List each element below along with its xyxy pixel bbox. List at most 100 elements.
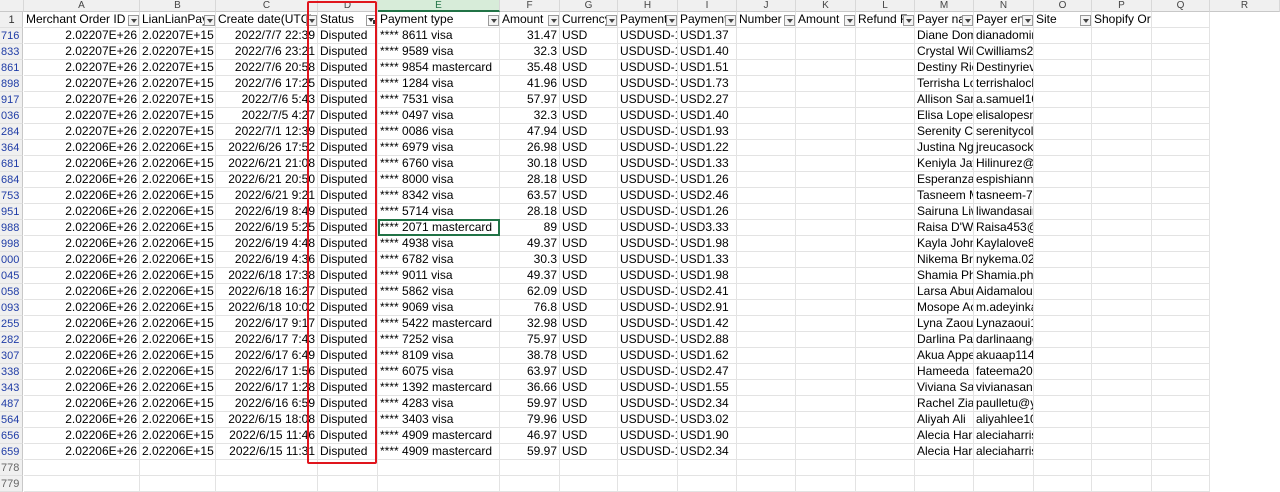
table-cell[interactable] xyxy=(737,188,796,204)
table-cell[interactable] xyxy=(1092,140,1152,156)
table-cell[interactable]: 2.02206E+26 xyxy=(24,156,140,172)
table-cell[interactable]: Darlina Par xyxy=(915,332,974,348)
table-cell[interactable] xyxy=(500,476,560,492)
filter-active-icon[interactable] xyxy=(366,15,377,26)
table-cell[interactable]: Kayla John xyxy=(915,236,974,252)
table-cell[interactable]: USD2.91 xyxy=(678,300,737,316)
table-cell[interactable]: 2.02206E+26 xyxy=(24,236,140,252)
table-cell[interactable]: aleciaharris123@gmail.com xyxy=(974,428,1034,444)
table-cell[interactable]: USD xyxy=(560,332,618,348)
row-number[interactable]: 656 xyxy=(0,428,23,444)
table-cell[interactable]: tasneem-786@outlook.com xyxy=(974,188,1034,204)
row-number[interactable]: 045 xyxy=(0,268,23,284)
table-cell[interactable] xyxy=(1092,220,1152,236)
table-cell[interactable]: 2022/6/18 16:27 xyxy=(216,284,318,300)
table-cell[interactable] xyxy=(796,444,856,460)
table-cell[interactable]: 2.02206E+15 xyxy=(140,172,216,188)
row-number[interactable]: 716 xyxy=(0,28,23,44)
table-cell[interactable]: USD2.34 xyxy=(678,444,737,460)
table-cell[interactable] xyxy=(1152,380,1210,396)
table-cell[interactable]: **** 4283 visa xyxy=(378,396,500,412)
table-cell[interactable] xyxy=(856,76,915,92)
table-cell[interactable]: 2.02206E+15 xyxy=(140,204,216,220)
table-cell[interactable] xyxy=(796,60,856,76)
table-cell[interactable] xyxy=(1152,412,1210,428)
table-cell[interactable] xyxy=(1034,140,1092,156)
table-cell[interactable]: USD xyxy=(560,60,618,76)
table-cell[interactable]: Hameeda F xyxy=(915,364,974,380)
table-cell[interactable]: Mosope Ac xyxy=(915,300,974,316)
table-cell[interactable] xyxy=(796,268,856,284)
table-cell[interactable]: 2.02207E+15 xyxy=(140,60,216,76)
table-cell[interactable]: 2.02206E+15 xyxy=(140,364,216,380)
table-cell[interactable] xyxy=(856,460,915,476)
table-cell[interactable]: USD2.34 xyxy=(678,396,737,412)
table-cell[interactable]: USD1.26 xyxy=(678,204,737,220)
table-cell[interactable]: 2.02206E+15 xyxy=(140,444,216,460)
table-cell[interactable] xyxy=(1152,204,1210,220)
table-cell[interactable]: 2.02206E+15 xyxy=(140,332,216,348)
table-cell[interactable] xyxy=(737,460,796,476)
table-cell[interactable] xyxy=(737,156,796,172)
table-cell[interactable] xyxy=(796,108,856,124)
table-cell[interactable]: 2.02207E+26 xyxy=(24,60,140,76)
table-cell[interactable] xyxy=(1152,332,1210,348)
table-cell[interactable]: aliyahlee100@gmail.com xyxy=(974,412,1034,428)
table-cell[interactable] xyxy=(1152,140,1210,156)
table-cell[interactable]: 2022/7/6 17:25 xyxy=(216,76,318,92)
table-cell[interactable] xyxy=(796,236,856,252)
table-cell[interactable]: 2022/7/6 5:43 xyxy=(216,92,318,108)
row-number[interactable]: 338 xyxy=(0,364,23,380)
column-header-k[interactable]: K xyxy=(796,0,856,12)
table-cell[interactable]: Lynazaoui12@gmail.com xyxy=(974,316,1034,332)
table-cell[interactable] xyxy=(856,476,915,492)
table-cell[interactable]: 2022/6/18 17:38 xyxy=(216,268,318,284)
table-cell[interactable]: 2022/6/17 7:43 xyxy=(216,332,318,348)
table-cell[interactable]: USD xyxy=(560,316,618,332)
table-cell[interactable] xyxy=(1034,332,1092,348)
table-cell[interactable]: 2022/6/19 4:36 xyxy=(216,252,318,268)
row-number[interactable]: 307 xyxy=(0,348,23,364)
table-cell[interactable]: Raisa D'Wa xyxy=(915,220,974,236)
table-cell[interactable] xyxy=(1034,268,1092,284)
table-cell[interactable]: **** 6075 visa xyxy=(378,364,500,380)
table-cell[interactable]: Destinyrieves@icloud.com xyxy=(974,60,1034,76)
column-header-q[interactable]: Q xyxy=(1152,0,1210,12)
table-cell[interactable]: 2.02207E+15 xyxy=(140,44,216,60)
table-cell[interactable]: 2022/6/15 11:31 xyxy=(216,444,318,460)
table-cell[interactable]: USD1.33 xyxy=(678,252,737,268)
row-number[interactable]: 861 xyxy=(0,60,23,76)
column-header-g[interactable]: G xyxy=(560,0,618,12)
table-cell[interactable] xyxy=(856,188,915,204)
table-cell[interactable]: 2022/6/21 9:21 xyxy=(216,188,318,204)
table-cell[interactable] xyxy=(856,428,915,444)
table-cell[interactable]: Elisa Lopes xyxy=(915,108,974,124)
table-cell[interactable] xyxy=(1152,76,1210,92)
table-cell[interactable]: 28.18 xyxy=(500,204,560,220)
table-cell[interactable]: Shamia.phills@gmail.com xyxy=(974,268,1034,284)
table-cell[interactable] xyxy=(1152,236,1210,252)
column-header-r[interactable]: R xyxy=(1210,0,1280,12)
table-cell[interactable]: Disputed xyxy=(318,76,378,92)
table-cell[interactable]: USD1.98 xyxy=(678,236,737,252)
table-cell[interactable]: USDUSD-1 xyxy=(618,188,678,204)
table-cell[interactable] xyxy=(796,284,856,300)
table-cell[interactable]: 32.98 xyxy=(500,316,560,332)
column-header-d[interactable]: D xyxy=(318,0,378,12)
table-cell[interactable]: 2022/6/21 20:50 xyxy=(216,172,318,188)
table-cell[interactable] xyxy=(1152,124,1210,140)
table-cell[interactable] xyxy=(1092,60,1152,76)
table-cell[interactable] xyxy=(856,396,915,412)
table-cell[interactable]: Disputed xyxy=(318,332,378,348)
table-cell[interactable] xyxy=(856,204,915,220)
table-cell[interactable]: USD xyxy=(560,444,618,460)
table-cell[interactable]: dianadominguez825@gmail.com xyxy=(974,28,1034,44)
row-number[interactable]: 753 xyxy=(0,188,23,204)
table-cell[interactable]: darlinaangel@gmail.com xyxy=(974,332,1034,348)
table-cell[interactable]: 62.09 xyxy=(500,284,560,300)
table-cell[interactable]: Lyna Zaou xyxy=(915,316,974,332)
table-cell[interactable]: **** 8342 visa xyxy=(378,188,500,204)
table-cell[interactable] xyxy=(1092,268,1152,284)
row-number[interactable]: 036 xyxy=(0,108,23,124)
table-cell[interactable]: 2.02207E+15 xyxy=(140,76,216,92)
